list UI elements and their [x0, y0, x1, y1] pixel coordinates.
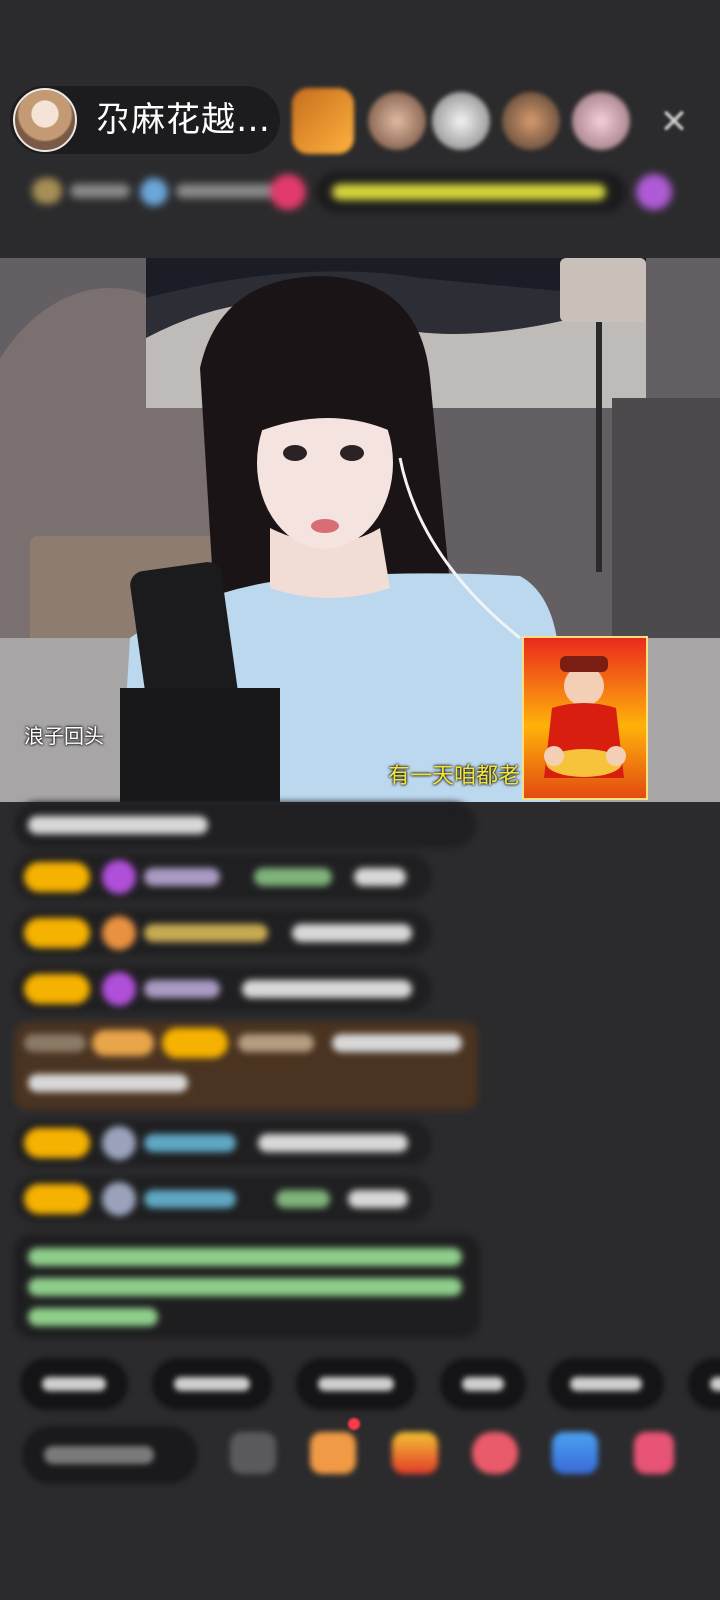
- chat-message[interactable]: [14, 802, 476, 848]
- fan-level-badge: [24, 862, 90, 892]
- fan-level-badge: [24, 974, 90, 1004]
- system-notice: [14, 1234, 480, 1338]
- vip-gem-icon: [102, 860, 136, 894]
- notice-text: [28, 1248, 462, 1266]
- chat-message-text: [348, 1190, 408, 1208]
- chat-message-text: [242, 980, 412, 998]
- chat-message[interactable]: [14, 1120, 432, 1166]
- gift-box-icon[interactable]: [310, 1432, 356, 1474]
- chat-username[interactable]: [144, 924, 268, 942]
- notice-text: [28, 1308, 158, 1326]
- vip-gem-icon: [102, 972, 136, 1006]
- chat-username[interactable]: [144, 980, 220, 998]
- chat-username[interactable]: [238, 1034, 314, 1052]
- fortune-god-gift-banner[interactable]: [522, 636, 648, 800]
- level-badge: [24, 1034, 86, 1052]
- host-avatar[interactable]: [13, 88, 77, 152]
- red-packet-icon[interactable]: [392, 1432, 438, 1474]
- fans-badge[interactable]: [140, 178, 168, 206]
- fan-level-badge: [24, 918, 90, 948]
- fans-text: [176, 184, 280, 198]
- notice-text: [28, 1278, 462, 1296]
- close-icon[interactable]: ✕: [652, 100, 696, 144]
- chat-username[interactable]: [276, 1190, 330, 1208]
- host-info-pill[interactable]: 尕麻花越…: [10, 86, 280, 154]
- chat-message[interactable]: [14, 910, 432, 956]
- top-viewer-avatar[interactable]: [292, 88, 354, 154]
- quick-reply-chip[interactable]: [296, 1358, 416, 1410]
- emoji-icon[interactable]: [230, 1432, 276, 1474]
- chat-username[interactable]: [144, 1134, 236, 1152]
- game-icon[interactable]: [552, 1432, 598, 1474]
- quick-reply-chip[interactable]: [440, 1358, 526, 1410]
- viewer-avatar[interactable]: [368, 92, 426, 150]
- fortune-god-icon: [544, 656, 626, 778]
- quick-reply-chip[interactable]: [20, 1358, 128, 1410]
- highlighted-chat-message[interactable]: [14, 1022, 478, 1110]
- activity-text: [332, 184, 606, 200]
- room-info-row[interactable]: [14, 168, 704, 218]
- chat-input-placeholder: [44, 1446, 154, 1464]
- chat-message-text: [28, 1074, 188, 1092]
- fan-level-badge: [24, 1184, 90, 1214]
- badge-icon: [102, 1182, 136, 1216]
- chat-message[interactable]: [14, 1176, 432, 1222]
- quick-reply-chip[interactable]: [152, 1358, 272, 1410]
- chat-message-text: [292, 924, 412, 942]
- quick-reply-chip[interactable]: [548, 1358, 664, 1410]
- badge-icon: [102, 916, 136, 950]
- chat-message-text: [332, 1034, 462, 1052]
- gift-icon[interactable]: [634, 1432, 674, 1474]
- host-name: 尕麻花越…: [96, 100, 271, 140]
- chat-username[interactable]: [254, 868, 332, 886]
- fan-level-badge: [24, 1128, 90, 1158]
- activity-icon[interactable]: [636, 174, 672, 210]
- lyric-line-right: 有一天咱都老: [388, 764, 521, 789]
- notification-dot: [348, 1418, 360, 1430]
- chat-message-text: [354, 868, 406, 886]
- chat-username[interactable]: [144, 868, 220, 886]
- chat-message[interactable]: [14, 966, 432, 1012]
- viewer-avatar[interactable]: [502, 92, 560, 150]
- viewer-avatar[interactable]: [572, 92, 630, 150]
- chat-message[interactable]: [14, 854, 432, 900]
- lottery-icon[interactable]: [472, 1432, 518, 1474]
- level-badge: [92, 1030, 154, 1056]
- gift-badge[interactable]: [270, 174, 306, 210]
- chat-username[interactable]: [144, 1190, 236, 1208]
- lyric-line-left: 浪子回头: [24, 724, 104, 748]
- ranking-badge[interactable]: [32, 178, 62, 204]
- live-video[interactable]: 浪子回头 有一天咱都老: [0, 258, 720, 802]
- chat-message-text: [28, 816, 208, 834]
- chat-input[interactable]: [22, 1426, 198, 1484]
- fan-level-badge: [162, 1028, 228, 1058]
- chat-message-text: [258, 1134, 408, 1152]
- ranking-text: [70, 184, 130, 198]
- quick-reply-chip[interactable]: [688, 1358, 720, 1410]
- viewer-avatar[interactable]: [432, 92, 490, 150]
- badge-icon: [102, 1126, 136, 1160]
